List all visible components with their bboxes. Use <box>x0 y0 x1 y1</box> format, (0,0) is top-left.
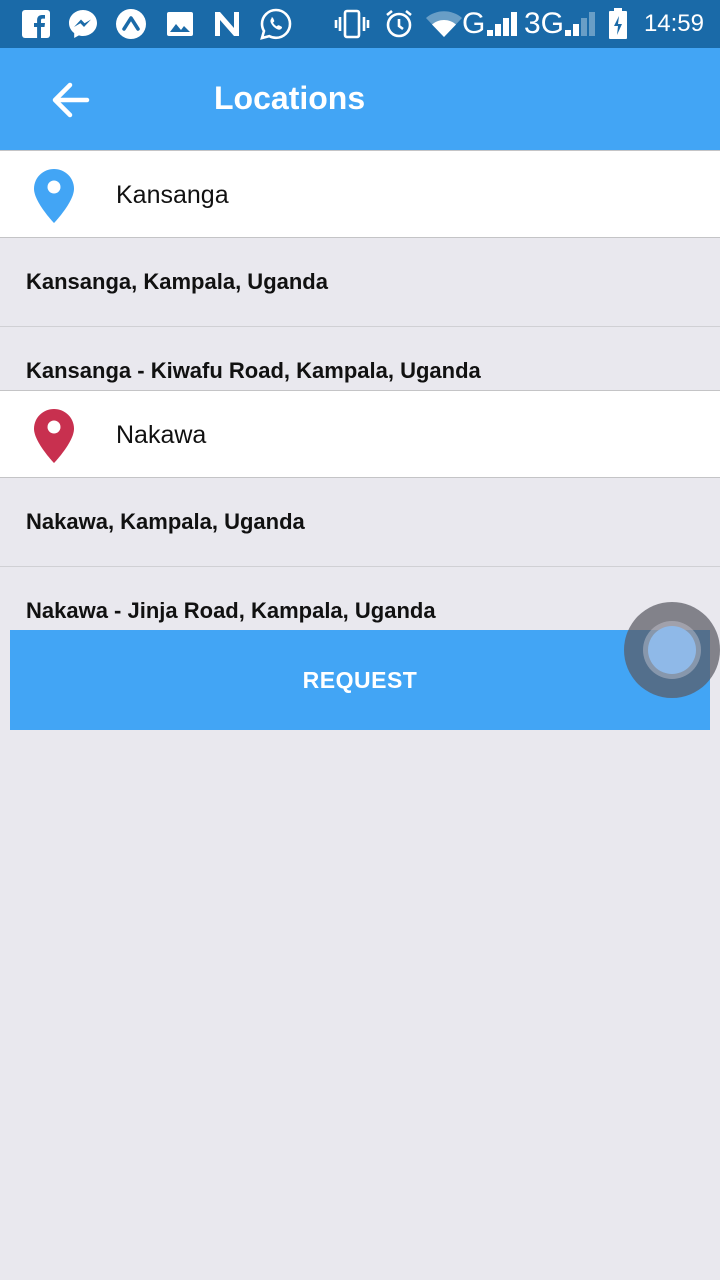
dropoff-suggestion-item[interactable]: Nakawa - Jinja Road, Kampala, Uganda <box>0 567 720 630</box>
battery-charging-icon <box>606 8 630 40</box>
page-title: Locations <box>214 80 366 116</box>
assistive-touch-core <box>648 626 696 674</box>
pickup-suggestion-item[interactable]: Kansanga - Kiwafu Road, Kampala, Uganda <box>0 327 720 390</box>
signal-icon <box>484 8 520 40</box>
arrow-back-icon <box>52 82 90 118</box>
alarm-icon <box>382 8 416 40</box>
dropoff-pin-icon <box>34 409 74 463</box>
suggestion-label: Nakawa, Kampala, Uganda <box>26 509 305 534</box>
arrow-up-icon <box>114 8 148 40</box>
n-app-icon <box>210 8 244 40</box>
pickup-suggestion-item[interactable]: Kansanga, Kampala, Uganda <box>0 238 720 326</box>
suggestion-label: Kansanga - Kiwafu Road, Kampala, Uganda <box>26 358 481 383</box>
pickup-location-row <box>0 150 720 238</box>
suggestion-label: Kansanga, Kampala, Uganda <box>26 269 328 294</box>
whatsapp-icon <box>258 8 294 40</box>
dropoff-location-input[interactable] <box>116 411 676 459</box>
vibrate-icon <box>334 8 370 40</box>
pickup-location-input[interactable] <box>116 171 676 219</box>
wifi-icon <box>424 8 464 40</box>
app-bar: Locations <box>0 48 720 150</box>
back-button[interactable] <box>40 70 100 130</box>
status-bar: G 3G 14:59 <box>0 0 720 48</box>
suggestion-label: Nakawa - Jinja Road, Kampala, Uganda <box>26 598 436 623</box>
messenger-icon <box>66 8 100 40</box>
network-type-3g: 3G <box>524 7 565 40</box>
signal-icon <box>562 8 598 40</box>
network-type-g: G <box>462 7 486 40</box>
assistive-touch-button[interactable] <box>624 602 720 698</box>
clock-time: 14:59 <box>643 10 704 37</box>
gallery-icon <box>164 8 196 40</box>
facebook-icon <box>20 8 52 40</box>
dropoff-suggestion-item[interactable]: Nakawa, Kampala, Uganda <box>0 478 720 566</box>
pickup-pin-icon <box>34 169 74 223</box>
request-button[interactable]: REQUEST <box>10 630 710 730</box>
dropoff-location-row <box>0 390 720 478</box>
